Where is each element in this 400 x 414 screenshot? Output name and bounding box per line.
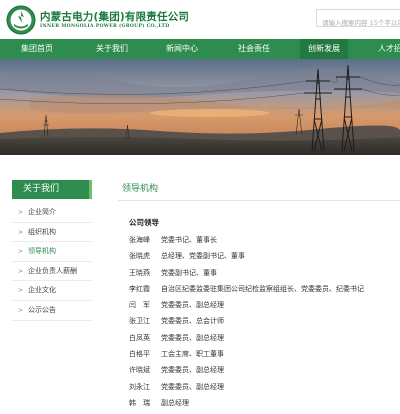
hero-banner xyxy=(0,59,400,155)
sidebar-title: 关于我们 xyxy=(12,180,92,199)
nav-item-about[interactable]: 关于我们 xyxy=(96,39,128,59)
leader-name[interactable]: 张海峰 xyxy=(129,232,161,248)
company-logo-icon[interactable] xyxy=(6,5,36,35)
leader-title: 工会主席、职工董事 xyxy=(161,350,224,359)
title-divider xyxy=(118,200,400,201)
search-input[interactable] xyxy=(317,15,400,31)
section-heading: 公司领导 xyxy=(129,218,159,227)
leader-row: 张海峰 党委书记、董事长 xyxy=(129,232,399,248)
sidebar-item-organization[interactable]: > 组织机构 xyxy=(12,223,92,243)
leader-row: 张卫江 党委委员、总会计师 xyxy=(129,313,399,329)
sidebar-item-leadership[interactable]: > 领导机构 xyxy=(12,242,92,262)
leader-name[interactable]: 白凤英 xyxy=(129,330,161,346)
main-nav: 集团首页 关于我们 新闻中心 社会责任 创新发展 人才招 xyxy=(0,39,400,59)
nav-item-talent[interactable]: 人才招 xyxy=(378,39,400,59)
leader-row: 张晓虎 总经理、党委副书记、董事 xyxy=(129,248,399,264)
sidebar-menu: > 企业简介 > 组织机构 > 领导机构 > 企业负责人薪酬 > 企业文化 > … xyxy=(12,203,92,321)
leader-title: 党委书记、董事长 xyxy=(161,236,217,244)
nav-item-home[interactable]: 集团首页 xyxy=(21,39,53,59)
leader-row: 白凤英 党委委员、副总经理 xyxy=(129,330,399,346)
leader-row: 许晓斌 党委委员、副总经理 xyxy=(129,362,399,378)
banner-image xyxy=(0,59,400,155)
leader-title: 党委委员、总会计师 xyxy=(161,317,224,326)
chevron-right-icon: > xyxy=(18,287,24,295)
leader-name[interactable]: 刘永江 xyxy=(129,379,161,395)
leader-name[interactable]: 白格平 xyxy=(129,346,161,362)
chevron-right-icon: > xyxy=(18,209,24,216)
sidebar-item-label: 企业负责人薪酬 xyxy=(28,266,77,275)
chevron-right-icon: > xyxy=(18,306,24,314)
leader-title: 党委委员、副总经理 xyxy=(161,366,224,375)
leader-row: 白格平 工会主席、职工董事 xyxy=(129,346,399,362)
leader-name[interactable]: 张卫江 xyxy=(129,313,161,329)
search-box[interactable] xyxy=(316,9,400,31)
chevron-right-icon: > xyxy=(18,248,24,256)
leader-row: 李红霞 自治区纪委监委驻集团公司纪检监察组组长、党委委员、纪委书记 xyxy=(129,281,399,297)
leader-row: 刘永江 党委委员、副总经理 xyxy=(129,379,399,395)
company-name-en: INNER MONGOLIA POWER (GROUP) CO.,LTD xyxy=(40,24,170,29)
sidebar-item-culture[interactable]: > 企业文化 xyxy=(12,281,92,301)
page-title: 领导机构 xyxy=(122,184,159,194)
nav-item-responsibility[interactable]: 社会责任 xyxy=(238,39,270,59)
leader-row: 闫 军党委委员、副总经理 xyxy=(129,297,399,313)
sidebar-item-label: 公示公告 xyxy=(28,305,56,314)
leader-name[interactable]: 王晓燕 xyxy=(129,265,161,281)
chevron-right-icon: > xyxy=(18,228,24,236)
leader-name[interactable]: 许晓斌 xyxy=(129,362,161,378)
sidebar-item-label: 企业简介 xyxy=(28,208,56,216)
leader-row: 王晓燕 党委副书记、董事 xyxy=(129,265,399,281)
leader-title: 党委副书记、董事 xyxy=(161,268,217,277)
sidebar-item-executive-pay[interactable]: > 企业负责人薪酬 xyxy=(12,262,92,282)
leader-title: 党委委员、副总经理 xyxy=(161,301,224,310)
site-header: 内蒙古电力(集团)有限责任公司 INNER MONGOLIA POWER (GR… xyxy=(0,0,400,39)
leader-title: 总经理、党委副书记、董事 xyxy=(161,252,245,261)
leader-title: 党委委员、副总经理 xyxy=(161,382,224,391)
sidebar-item-label: 领导机构 xyxy=(28,247,56,256)
company-name-cn[interactable]: 内蒙古电力(集团)有限责任公司 xyxy=(40,9,189,24)
chevron-right-icon: > xyxy=(18,267,24,275)
leader-title: 自治区纪委监委驻集团公司纪检监察组组长、党委委员、纪委书记 xyxy=(161,284,364,293)
sidebar-item-company-intro[interactable]: > 企业简介 xyxy=(12,203,92,223)
leader-name[interactable]: 韩 瑞 xyxy=(129,395,161,411)
leader-list: 张海峰 党委书记、董事长 张晓虎 总经理、党委副书记、董事 王晓燕 党委副书记、董事 … xyxy=(129,232,399,411)
nav-item-innovation[interactable]: 创新发展 xyxy=(300,39,348,59)
sidebar-item-announcements[interactable]: > 公示公告 xyxy=(12,301,92,321)
sidebar-item-label: 企业文化 xyxy=(28,286,56,295)
leader-name[interactable]: 闫 军 xyxy=(129,297,161,313)
leader-title: 副总经理 xyxy=(161,398,189,407)
nav-item-news[interactable]: 新闻中心 xyxy=(166,39,198,59)
leader-name[interactable]: 张晓虎 xyxy=(129,248,161,264)
leader-title: 党委委员、副总经理 xyxy=(161,333,224,342)
leader-row: 韩 瑞副总经理 xyxy=(129,395,399,411)
sidebar-item-label: 组织机构 xyxy=(28,227,56,236)
leader-name[interactable]: 李红霞 xyxy=(129,281,161,297)
